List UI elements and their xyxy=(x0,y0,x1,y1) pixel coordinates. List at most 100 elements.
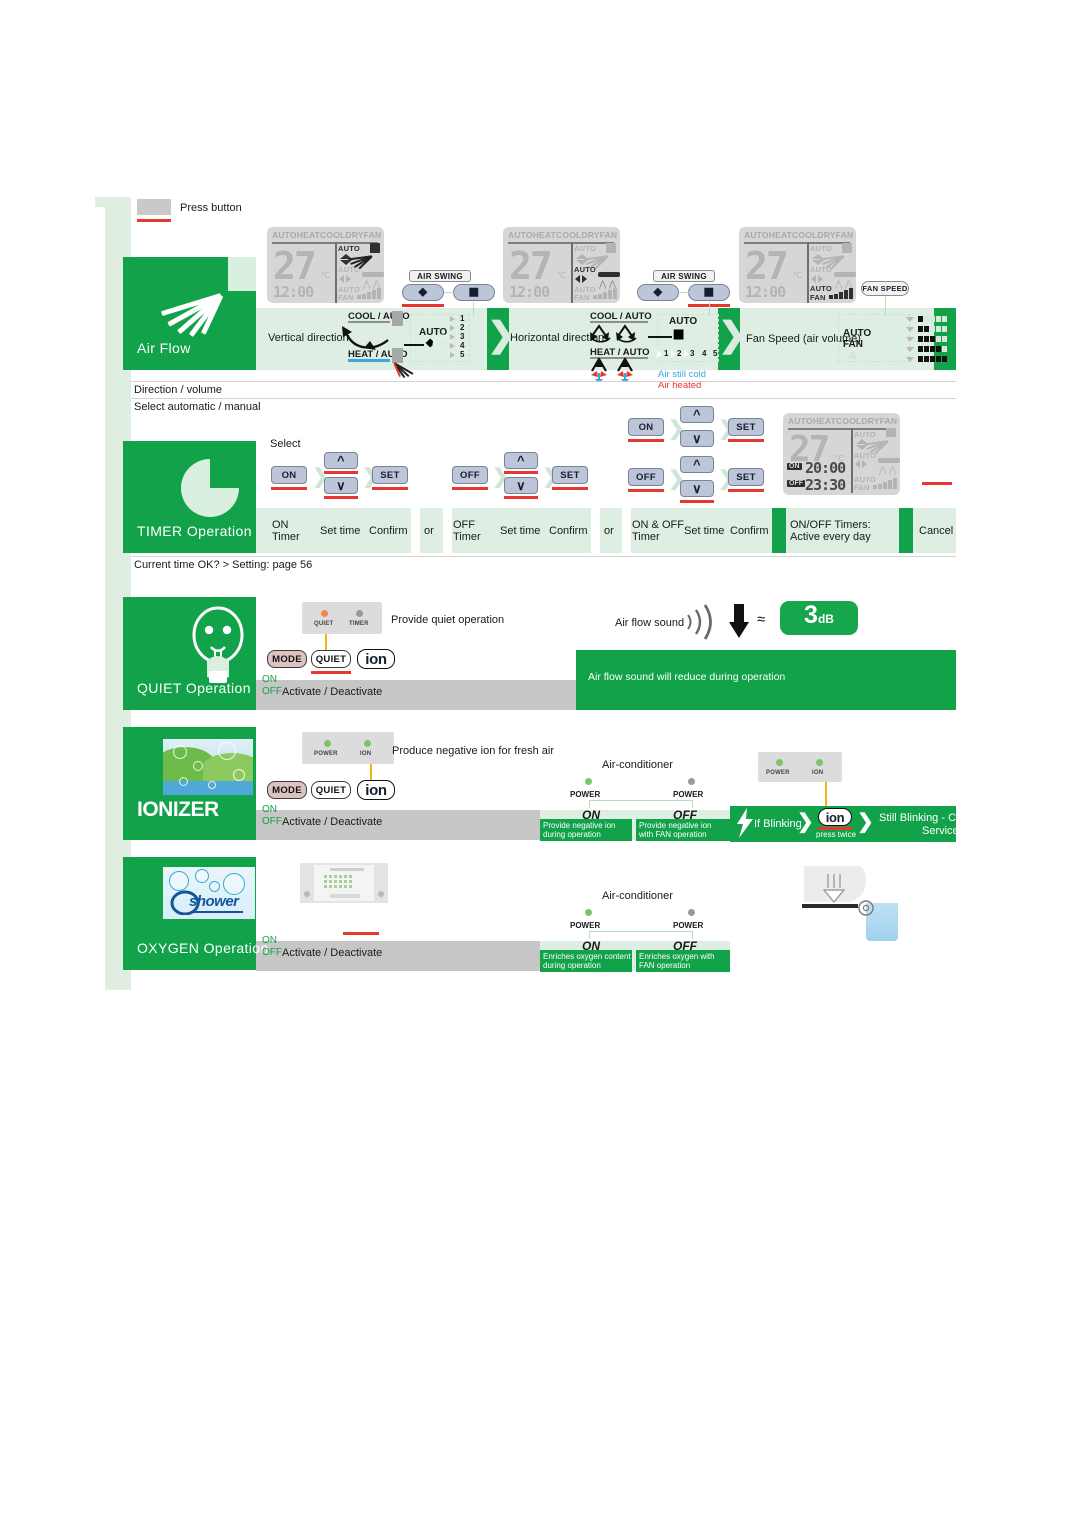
timer-onoff-on-underline xyxy=(628,439,664,442)
air-swing-vertical-button-2[interactable]: ⯁ xyxy=(637,284,679,301)
lcd2-fan-label: FAN xyxy=(574,293,590,302)
ionizer-ac-bracket-left xyxy=(589,800,591,808)
timer-conj-2: or xyxy=(604,525,614,537)
mode-button-quiet[interactable]: MODE xyxy=(267,650,307,668)
lcd-display-fanspeed: AUTO HEAT COOL DRY FAN 27 °C 12:00 AUTO … xyxy=(739,227,856,303)
trouble-button-note: press twice xyxy=(816,830,857,839)
updown-diamond-icon-2: ⯁ xyxy=(653,285,663,300)
hstep-1: 1 xyxy=(664,349,669,358)
fan-speed-button[interactable]: FAN SPEED xyxy=(861,281,909,296)
timer-cancel-underline xyxy=(922,482,952,485)
lcd1-left-icon xyxy=(339,275,344,283)
ion-button-quiet[interactable]: ion xyxy=(357,649,395,669)
ionizer-state-off-desc-2: with FAN operation xyxy=(639,830,707,839)
lcd1-mode-auto: AUTO xyxy=(272,230,297,240)
air-swing-caption-2: AIR SWING xyxy=(653,270,715,282)
lcd2-fan-bars xyxy=(593,287,617,299)
timer-set-button-b[interactable]: SET xyxy=(552,466,588,484)
lcd2-modes: AUTO HEAT COOL DRY FAN xyxy=(508,230,617,240)
timer-set-button-a[interactable]: SET xyxy=(372,466,408,484)
legend-underline xyxy=(137,219,171,222)
ion-button-ionizer[interactable]: ion xyxy=(357,780,395,800)
lcd1-vert-auto: AUTO xyxy=(338,244,360,253)
timer-band-gap-4 xyxy=(622,508,631,553)
air-swing-vertical-underline xyxy=(402,304,444,307)
timer-onoff-on-label: ON xyxy=(638,421,654,433)
oxygen-off-label: OFF xyxy=(262,947,282,958)
air-swing-horizontal-button-1[interactable]: ⯀ xyxy=(453,284,495,301)
oxygen-activate-label: Activate / Deactivate xyxy=(282,947,383,959)
lcd1-modes: AUTO HEAT COOL DRY FAN xyxy=(272,230,381,240)
lcd4-fan-bars xyxy=(873,477,897,489)
timer-off-button[interactable]: OFF xyxy=(452,466,488,484)
timer-onoff-set-button-2[interactable]: SET xyxy=(728,468,764,486)
legend-label: Press button xyxy=(180,202,242,214)
legend-swatch xyxy=(137,199,171,215)
lcd4-on-time: 20:00 xyxy=(805,459,846,477)
timer-set-label-a: SET xyxy=(380,469,400,481)
timer-onoff-set-button-1[interactable]: SET xyxy=(728,418,764,436)
lcd3-vert-auto: AUTO xyxy=(810,244,832,253)
timer-onoff-up-button-2[interactable]: ^ xyxy=(680,456,714,473)
horizontal-cool-swing-icon xyxy=(590,324,637,343)
vertical-swing-arc-icon xyxy=(342,326,389,350)
ionizer-activate-label: Activate / Deactivate xyxy=(282,816,383,828)
air-swing-vertical-button[interactable]: ⯁ xyxy=(402,284,444,301)
timer-settime-a: Set time xyxy=(320,525,361,537)
timer-on-label: ON xyxy=(281,469,297,481)
timer-settime-c: Set time xyxy=(684,525,725,537)
lcd-display-timer: AUTO HEAT COOL DRY FAN 27 °C ON 20:00 OF… xyxy=(783,413,900,495)
timer-conj-1: or xyxy=(424,525,434,537)
lcd4-updraft-icon: ⋀ ⋀ xyxy=(879,465,897,475)
timer-down-button-a[interactable]: ∨ xyxy=(324,477,358,494)
hstep-5: 5 xyxy=(713,349,718,358)
lcd4-louver-icon xyxy=(878,458,900,463)
lcd4-off-time: 23:30 xyxy=(805,476,846,494)
oxygen-ac-power-label-1: POWER xyxy=(570,921,601,930)
lcd1-mode-dry: DRY xyxy=(345,230,364,240)
timer-select-label: Select xyxy=(270,438,301,450)
timer-confirm-b: Confirm xyxy=(549,525,588,537)
timer-sep-1 xyxy=(772,508,786,553)
timer-led xyxy=(356,610,363,617)
quiet-led-label: QUIET xyxy=(314,621,334,627)
ionizer-ion-led xyxy=(364,740,371,747)
ionizer-ac-bracket-right xyxy=(692,800,694,808)
trouble-ion-button[interactable]: ion xyxy=(818,808,852,826)
ionizer-led-panel: POWER ION xyxy=(302,732,394,764)
quiet-button-ionizer[interactable]: QUIET xyxy=(311,781,351,799)
quiet-button-underline xyxy=(311,671,351,674)
lcd1-fan-label: FAN xyxy=(338,293,354,302)
oxygen-state-on-desc-2: during operation xyxy=(543,961,601,970)
timer-down-button-b[interactable]: ∨ xyxy=(504,477,538,494)
timer-on-button[interactable]: ON xyxy=(271,466,307,484)
timer-onoff-on-button[interactable]: ON xyxy=(628,418,664,436)
ionizer-purpose: Produce negative ion for fresh air xyxy=(392,745,555,757)
airflow-corner xyxy=(228,257,256,291)
air-swing-horizontal-button-2[interactable]: ⯀ xyxy=(688,284,730,301)
timer-onoff-up-button-1[interactable]: ^ xyxy=(680,406,714,423)
quiet-button[interactable]: QUIET xyxy=(311,650,351,668)
approximately-icon: ≈ xyxy=(757,611,766,628)
timer-up-button-a[interactable]: ^ xyxy=(324,452,358,469)
timer-onoff-down-button-2[interactable]: ∨ xyxy=(680,480,714,497)
lcd3-clock: 12:00 xyxy=(745,283,786,301)
mode-button-ionizer[interactable]: MODE xyxy=(267,781,307,799)
timer-up-button-b[interactable]: ^ xyxy=(504,452,538,469)
timer-pie-icon xyxy=(181,459,239,517)
lcd1-clock: 12:00 xyxy=(273,283,314,301)
lcd1-temperature: 27 xyxy=(273,244,317,288)
lcd3-mode-fan: FAN xyxy=(835,230,854,240)
timer-onoff-down-button-1[interactable]: ∨ xyxy=(680,430,714,447)
oxygen-ac-bracket-right xyxy=(692,931,694,939)
section-timer-label: TIMER Operation xyxy=(137,523,252,539)
trouble-ion-led xyxy=(816,759,823,766)
vertical-auto-stem xyxy=(404,344,424,346)
air-swing-connector-2 xyxy=(679,292,689,294)
lcd3-mode-dry: DRY xyxy=(817,230,836,240)
lcd4-on-tag: ON xyxy=(787,463,802,470)
lcd2-vert-auto: AUTO xyxy=(574,244,596,253)
timer-onoff-off-button[interactable]: OFF xyxy=(628,468,664,486)
timer-footnote: Current time OK? > Setting: page 56 xyxy=(134,559,313,571)
section-timer: TIMER Operation xyxy=(123,441,256,553)
